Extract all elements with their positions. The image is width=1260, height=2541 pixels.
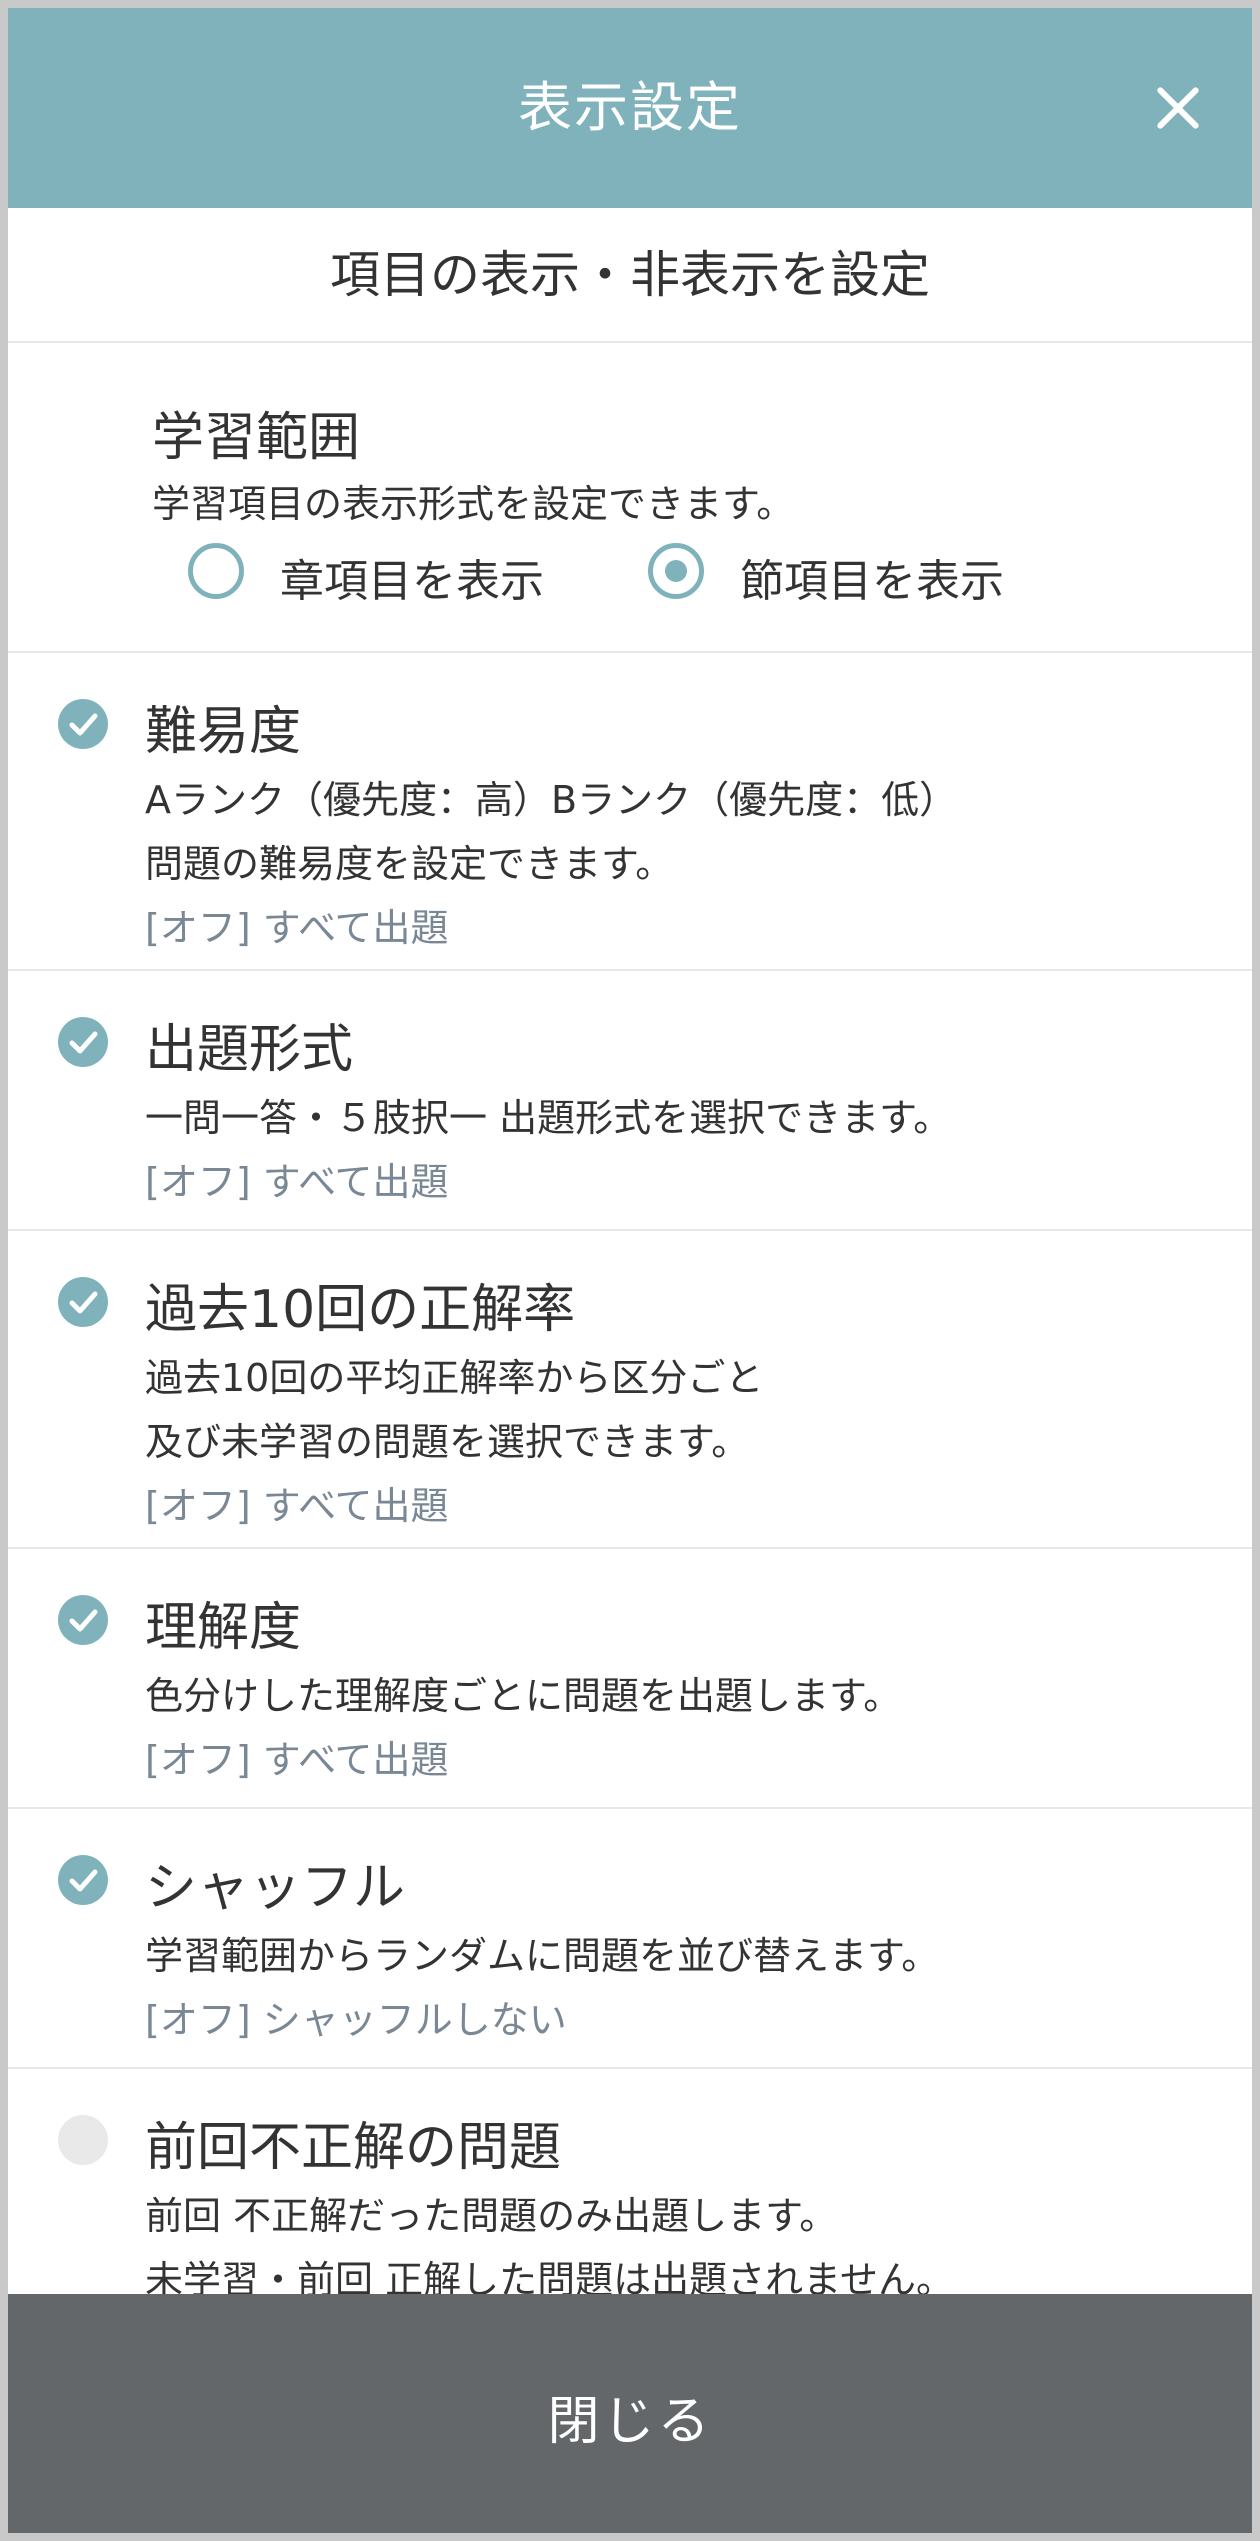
radio-label: 節項目を表示	[740, 556, 1004, 607]
item-default-value: [オフ] すべて出題	[145, 906, 449, 950]
setting-item-difficulty[interactable]: 難易度 Aランク（優先度：高）Bランク（優先度：低） 問題の難易度を設定できます…	[8, 653, 1252, 971]
item-title: 理解度	[145, 1598, 302, 1658]
close-icon[interactable]	[1138, 68, 1218, 148]
study-scope-description: 学習項目の表示形式を設定できます。	[152, 482, 795, 526]
check-circle-icon[interactable]	[58, 699, 108, 749]
close-button-label: 閉じる	[547, 2392, 713, 2452]
study-scope-section: 学習範囲 学習項目の表示形式を設定できます。 章項目を表示 節項目を表示	[8, 343, 1252, 653]
dialog-title: 表示設定	[518, 76, 742, 139]
radio-label: 章項目を表示	[280, 556, 544, 607]
setting-item-understanding[interactable]: 理解度 色分けした理解度ごとに問題を出題します。 [オフ] すべて出題	[8, 1549, 1252, 1809]
item-default-value: [オフ] すべて出題	[145, 1484, 449, 1528]
check-circle-icon[interactable]	[58, 1855, 108, 1905]
unchecked-circle-icon[interactable]	[58, 2115, 108, 2165]
item-default-value: [オフ] シャッフルしない	[145, 1998, 567, 2042]
setting-item-previous-incorrect[interactable]: 前回不正解の問題 前回 不正解だった問題のみ出題します。 未学習・前回 正解した…	[8, 2069, 1252, 2329]
item-description: 及び未学習の問題を選択できます。	[145, 1420, 750, 1464]
item-description: 色分けした理解度ごとに問題を出題します。	[145, 1674, 902, 1718]
item-title: 出題形式	[145, 1020, 354, 1080]
setting-item-question-format[interactable]: 出題形式 一問一答・５肢択一 出題形式を選択できます。 [オフ] すべて出題	[8, 971, 1252, 1231]
radio-selected-icon[interactable]	[648, 543, 704, 599]
item-title: 過去10回の正解率	[145, 1280, 576, 1340]
check-circle-icon[interactable]	[58, 1277, 108, 1327]
item-description: 一問一答・５肢択一 出題形式を選択できます。	[145, 1096, 952, 1140]
section-subheading: 項目の表示・非表示を設定	[8, 208, 1252, 343]
item-title: シャッフル	[145, 1858, 406, 1918]
item-description: 問題の難易度を設定できます。	[145, 842, 674, 886]
item-default-value: [オフ] すべて出題	[145, 1160, 449, 1204]
settings-dialog: 表示設定 項目の表示・非表示を設定 学習範囲 学習項目の表示形式を設定できます。…	[8, 8, 1252, 2533]
close-button[interactable]: 閉じる	[8, 2294, 1252, 2533]
setting-item-accuracy-rate[interactable]: 過去10回の正解率 過去10回の平均正解率から区分ごと 及び未学習の問題を選択で…	[8, 1231, 1252, 1549]
dialog-header: 表示設定	[8, 8, 1252, 208]
item-default-value: [オフ] すべて出題	[145, 1738, 449, 1782]
radio-unselected-icon[interactable]	[188, 543, 244, 599]
study-scope-title: 学習範囲	[152, 408, 361, 468]
item-title: 難易度	[145, 702, 302, 762]
setting-item-shuffle[interactable]: シャッフル 学習範囲からランダムに問題を並び替えます。 [オフ] シャッフルしな…	[8, 1809, 1252, 2069]
item-description: 過去10回の平均正解率から区分ごと	[145, 1356, 764, 1400]
item-title: 前回不正解の問題	[145, 2118, 562, 2178]
item-description: 学習範囲からランダムに問題を並び替えます。	[145, 1934, 940, 1978]
check-circle-icon[interactable]	[58, 1017, 108, 1067]
check-circle-icon[interactable]	[58, 1595, 108, 1645]
item-description: Aランク（優先度：高）Bランク（優先度：低）	[145, 778, 958, 822]
item-description: 前回 不正解だった問題のみ出題します。	[145, 2194, 838, 2238]
